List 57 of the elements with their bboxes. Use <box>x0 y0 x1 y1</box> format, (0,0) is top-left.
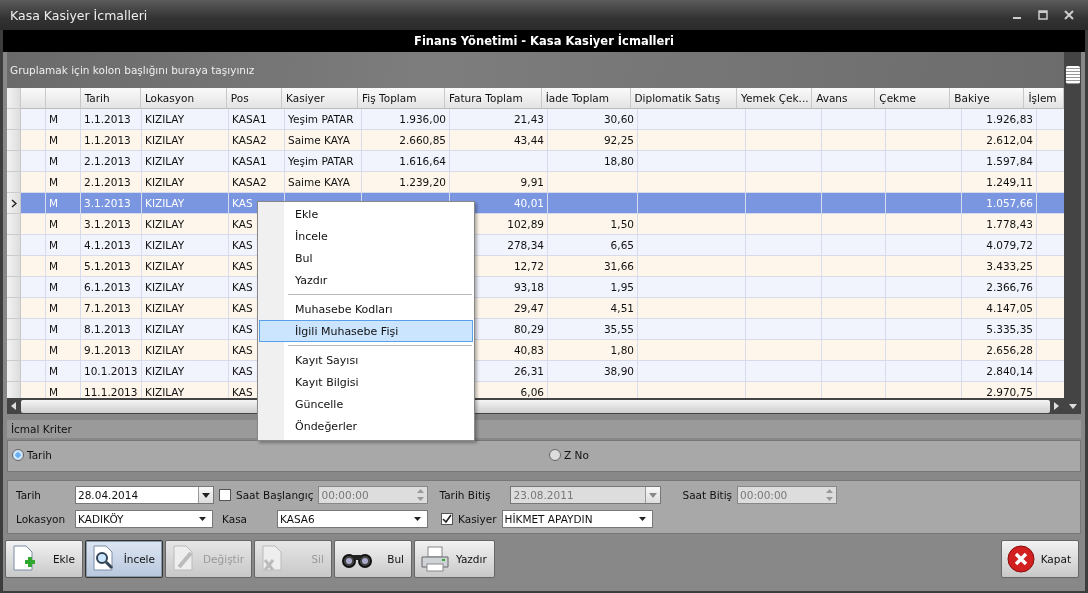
field-label: Tarih Bitiş <box>439 489 492 501</box>
date-field[interactable]: 28.04.2014 <box>75 486 214 504</box>
row-header-cell[interactable] <box>7 361 21 382</box>
toolbar-button[interactable]: İncele <box>85 540 163 578</box>
row-header-cell[interactable] <box>7 256 21 277</box>
row-header-cell[interactable] <box>7 151 21 172</box>
cashier-dropdown[interactable]: HİKMET APAYDIN <box>501 510 653 528</box>
row-header-cell[interactable] <box>7 277 21 298</box>
row-header-cell[interactable] <box>7 214 21 235</box>
dropdown-icon <box>199 517 206 521</box>
field-label: Tarih <box>16 489 42 501</box>
row-header-cell[interactable] <box>7 193 21 214</box>
toolbar-button[interactable]: Ekle <box>5 540 83 578</box>
register-dropdown[interactable]: KASA6 <box>277 510 428 528</box>
scroll-left-icon[interactable] <box>11 402 17 410</box>
table-row[interactable]: M 1.1.2013 KIZILAY KASA2 Saime KAYA 2.660,85 43,44 92,25 2.612,04 <box>7 130 1064 151</box>
group-panel-hint: Gruplamak için kolon başlığını buraya taşıyınız <box>10 64 255 76</box>
table-row[interactable]: M 2.1.2013 KIZILAY KASA1 Yeşim PATAR 1.616,64 18,80 1.597,84 <box>7 151 1064 172</box>
close-icon <box>1006 545 1035 573</box>
table-row[interactable]: M 2.1.2013 KIZILAY KASA2 Saime KAYA 1.239,20 9,91 1.249,11 <box>7 172 1064 193</box>
field-label: Lokasyon <box>16 513 67 525</box>
scroll-thumb[interactable] <box>1065 66 1080 84</box>
row-header-cell[interactable] <box>7 172 21 193</box>
field-label: Saat Bitiş <box>682 489 733 501</box>
scroll-right-icon[interactable] <box>1054 402 1060 410</box>
window-title: Kasa Kasiyer İcmalleri <box>10 7 149 23</box>
row-header-cell[interactable] <box>7 319 21 340</box>
row-header-cell[interactable] <box>7 382 21 398</box>
location-dropdown[interactable]: KADIKÖY <box>75 510 213 528</box>
header-title: Finans Yönetimi - Kasa Kasiyer İcmalleri <box>414 34 674 48</box>
dropdown-icon <box>638 517 646 521</box>
dropdown-icon <box>649 492 658 498</box>
close-icon[interactable] <box>1064 10 1074 20</box>
close-button[interactable]: Kapat <box>1000 540 1079 578</box>
row-header-cell[interactable] <box>7 235 21 256</box>
radio-option[interactable]: Tarih <box>12 449 52 461</box>
dropdown-icon <box>202 492 210 498</box>
table-row[interactable]: M 1.1.2013 KIZILAY KASA1 Yeşim PATAR 1.936,00 21,43 30,60 1.926,83 <box>7 109 1064 130</box>
toolbar-button[interactable]: Bul <box>333 540 412 578</box>
maximize-icon[interactable] <box>1038 10 1048 20</box>
dropdown-icon <box>414 517 421 521</box>
toolbar-button[interactable]: Yazdır <box>413 540 495 578</box>
printer-icon <box>419 545 450 573</box>
scroll-down-icon[interactable] <box>1068 404 1077 410</box>
row-header-cell[interactable] <box>7 130 21 151</box>
radio-option[interactable]: Z No <box>549 449 589 461</box>
row-header-cell <box>7 88 21 109</box>
menu-item[interactable]: İlgili Muhasebe Fişi <box>259 320 473 342</box>
checkbox-label: Saat Başlangıç <box>236 489 314 501</box>
add-document-icon <box>11 545 37 573</box>
checkbox[interactable] <box>441 513 453 525</box>
row-header-cell[interactable] <box>7 109 21 130</box>
row-header-cell[interactable] <box>7 298 21 319</box>
current-row-icon <box>10 198 17 208</box>
checkbox-label: Kasiyer <box>458 513 497 525</box>
field-label: Kasa <box>222 513 249 525</box>
row-header-cell[interactable] <box>7 340 21 361</box>
